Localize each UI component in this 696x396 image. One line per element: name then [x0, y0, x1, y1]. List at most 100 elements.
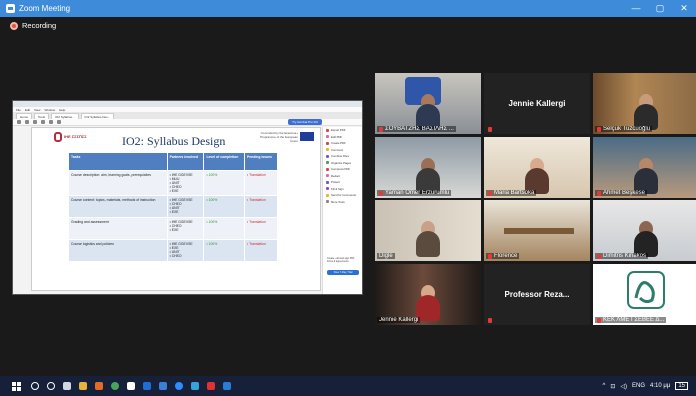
menu-file: File [16, 107, 21, 112]
zoom-in-icon [57, 120, 61, 124]
combine-icon [326, 154, 329, 158]
participant-name: Digle [377, 253, 395, 259]
slide-title: IO2: Syllabus Design [122, 134, 226, 148]
skype-icon[interactable] [191, 382, 199, 390]
table-row: Grading and assessment • IHE GGEVSE • CH… [68, 217, 278, 240]
participant-tile[interactable]: Maria Bartsoka [484, 137, 590, 198]
participant-tile[interactable]: ΣΟΥΒΑΤΖΗΣ ΒΑΣΙΛΗΣ ... [375, 73, 481, 134]
chevron-up-icon[interactable]: ^ [603, 383, 606, 389]
shared-toolbar: Try Acrobat Pro DC [13, 119, 362, 126]
participant-tile[interactable]: Yaman Omer Erzurumlu [375, 137, 481, 198]
ihe-logo: IHE ΣΣΣΠΣΣ [54, 132, 88, 146]
mic-off-icon [488, 318, 492, 323]
participant-tile[interactable]: Jennie Kallergi [375, 264, 481, 325]
chrome-icon[interactable] [111, 382, 119, 390]
task-view-icon[interactable] [63, 382, 71, 390]
more-tools-icon [326, 200, 329, 204]
cell-level: • 100% [203, 239, 246, 262]
cell-partners: • IHE GGEVSE • EXE • UNIT • CHEO [166, 239, 205, 262]
cell-task: Course logistics and policies [68, 239, 168, 262]
mic-off-icon [488, 127, 492, 132]
shared-tab-strip: Home Tools IO2 Syllabus... IO2 Syllabus … [13, 112, 362, 119]
shared-screen: File Edit View Window Help Home Tools IO… [12, 100, 363, 295]
participant-tile[interactable]: Selçuk Tuzcuoğlu [593, 73, 696, 134]
menu-window: Window [44, 107, 56, 112]
header-pending: Pending issues [244, 152, 278, 171]
menu-edit: Edit [24, 107, 31, 112]
table-row: Course description: aim, learning goals,… [68, 170, 278, 196]
participant-tile[interactable]: Digle [375, 200, 481, 261]
word-icon[interactable] [159, 382, 167, 390]
mic-off-icon [597, 317, 601, 323]
language-indicator[interactable]: ENG [632, 383, 645, 389]
header-partners: Partners involved [166, 152, 205, 171]
record-icon [10, 21, 18, 30]
minimize-button[interactable]: — [624, 3, 648, 14]
header-tasks: Tasks [68, 152, 168, 171]
participant-name: ΣΟΥΒΑΤΖΗΣ ΒΑΣΙΛΗΣ ... [377, 126, 456, 132]
shared-tab-doc2: IO2 Syllabus Des... [80, 113, 115, 119]
organize-icon [326, 161, 329, 165]
logo-mark-icon [54, 132, 62, 142]
clock[interactable]: 4:10 μμ [650, 383, 670, 389]
eu-flag-icon [300, 132, 314, 141]
shared-tab-home: Home [16, 113, 33, 119]
window-title: Zoom Meeting [19, 4, 71, 13]
zoom-logo-icon [6, 4, 15, 13]
maximize-button[interactable]: ▢ [648, 3, 672, 14]
participant-tile[interactable]: Dimitris Kiriakos [593, 200, 696, 261]
start-button[interactable] [12, 381, 21, 391]
zoom-out-icon [49, 120, 53, 124]
outlook-icon[interactable] [143, 382, 151, 390]
participant-name: Maria Bartsoka [486, 190, 537, 196]
system-tray: ^ ⊡ ◁) ENG 4:10 μμ 15 [603, 382, 696, 390]
network-icon[interactable]: ⊡ [610, 383, 615, 390]
participant-name: Selçuk Tuzcuoğlu [595, 126, 653, 132]
notification-count[interactable]: 15 [675, 382, 688, 390]
zoom-app-icon[interactable] [175, 382, 183, 390]
cell-pending: • Translation [244, 195, 278, 218]
participant-tile[interactable]: Ahmet Beşkese [593, 137, 696, 198]
fill-sign-icon [326, 187, 329, 191]
firefox-icon[interactable] [95, 382, 103, 390]
participant-name: Jennie Kallergi [377, 317, 421, 323]
mic-off-icon [597, 190, 601, 196]
search-icon[interactable] [31, 382, 39, 390]
logo-text: IHE ΣΣΣΠΣΣ [64, 134, 87, 139]
edit-pdf-icon [326, 135, 329, 139]
participant-tile[interactable]: ΚΕΚ ΛΜΕ ΓΣΕΒΕΕ Δ... [593, 264, 696, 325]
mic-off-icon [379, 190, 383, 196]
person-body [416, 231, 440, 257]
acrobat-tools-pane: Export PDF Edit PDF Create PDF Comment C… [322, 127, 362, 294]
close-button[interactable]: ✕ [672, 3, 696, 14]
file-explorer-icon[interactable] [79, 382, 87, 390]
volume-icon[interactable]: ◁) [620, 383, 627, 390]
mic-off-icon [379, 126, 383, 132]
cell-level: • 100% [203, 195, 246, 218]
teams-icon[interactable] [223, 382, 231, 390]
protect-icon [326, 180, 329, 184]
participant-tile[interactable]: Professor Reza... [484, 264, 590, 325]
save-icon [17, 120, 21, 124]
cell-pending: • Translation [244, 170, 278, 196]
table-header-row: Tasks Partners involved Level of complet… [68, 152, 278, 171]
cell-partners: • IHE GGEVSE • MUU • UNIT • CHEO • EXE [166, 170, 205, 196]
eu-caption: Co-funded by the Erasmus+ Programme of t… [260, 131, 298, 143]
participant-tile[interactable]: Jennie Kallergi [484, 73, 590, 134]
menu-help: Help [59, 107, 66, 112]
cell-level: • 100% [203, 170, 246, 196]
cell-level: • 100% [203, 217, 246, 240]
mic-off-icon [488, 253, 492, 259]
create-pdf-icon [326, 141, 329, 145]
recording-indicator[interactable]: Recording [10, 21, 56, 30]
cell-task: Course description: aim, learning goals,… [68, 170, 168, 196]
compress-icon [326, 167, 329, 171]
org-logo-icon [626, 270, 666, 310]
participant-name: Florence [486, 253, 520, 259]
acrobat-icon[interactable] [207, 382, 215, 390]
cortana-icon[interactable] [47, 382, 55, 390]
store-icon[interactable] [127, 382, 135, 390]
cell-pending: • Translation [244, 239, 278, 262]
menu-view: View [34, 107, 41, 112]
participant-tile[interactable]: Florence [484, 200, 590, 261]
